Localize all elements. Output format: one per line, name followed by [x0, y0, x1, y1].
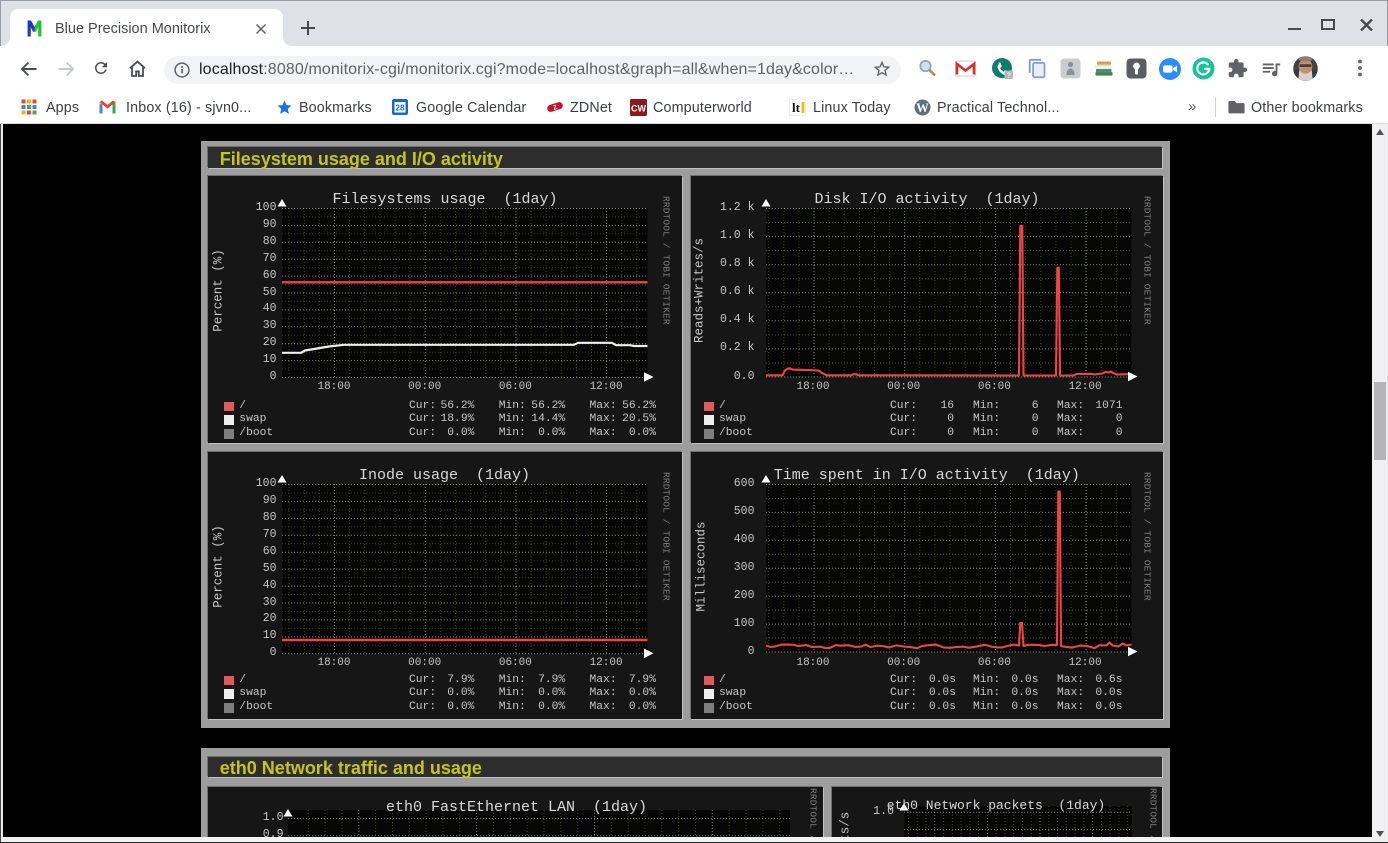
svg-text:W: W	[916, 101, 929, 115]
svg-text:?: ?	[1007, 70, 1011, 79]
svg-text:CW: CW	[631, 104, 646, 114]
svg-text:lt: lt	[792, 100, 801, 115]
svg-text:28: 28	[396, 104, 405, 113]
